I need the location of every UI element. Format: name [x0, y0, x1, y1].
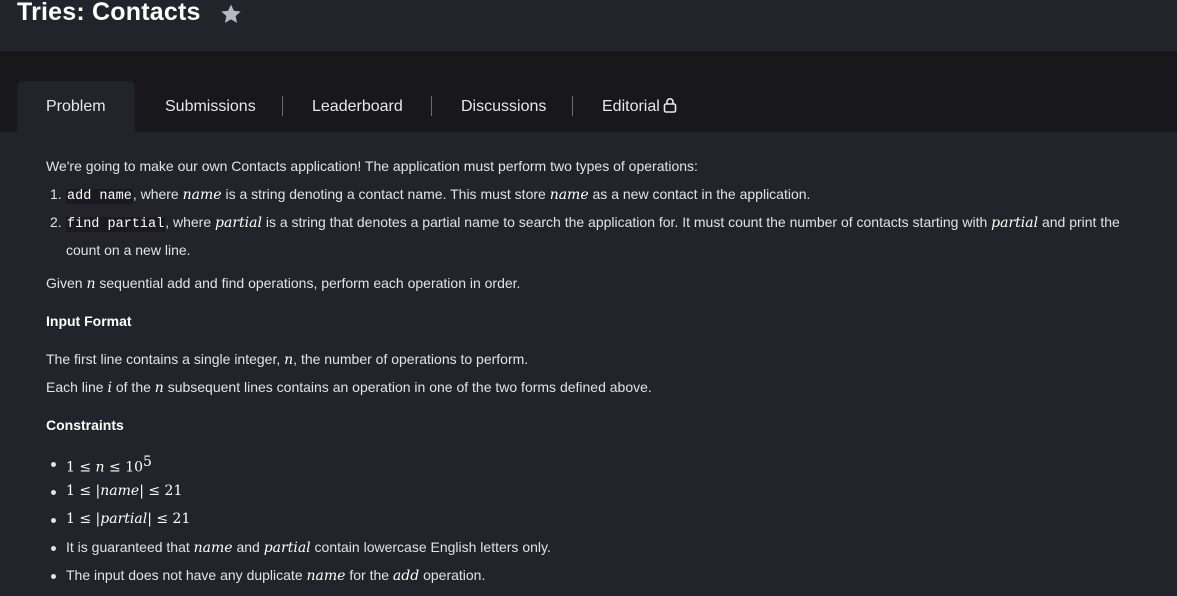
constraint-partial: 1 ≤ |partial| ≤ 21 — [66, 511, 191, 527]
bullet — [51, 462, 56, 467]
tab-editorial-label: Editorial — [602, 98, 660, 115]
list-number: 2. — [50, 214, 62, 230]
page-title: Tries: Contacts — [17, 0, 201, 26]
tab-editorial[interactable]: Editorial — [602, 97, 677, 119]
list-number: 1. — [50, 186, 62, 202]
given-text: Given n sequential add and find operatio… — [46, 275, 521, 292]
input-format-heading: Input Format — [46, 313, 132, 329]
tab-problem[interactable]: Problem — [46, 97, 106, 117]
challenge-header: Tries: Contacts — [0, 0, 1177, 51]
input-line-2: Each line i of the n subsequent lines co… — [46, 379, 652, 396]
tab-submissions[interactable]: Submissions — [165, 97, 256, 117]
constraint-name: 1 ≤ |name| ≤ 21 — [66, 483, 183, 499]
tab-divider — [282, 96, 283, 116]
bullet — [51, 546, 56, 551]
constraint-n: 1 ≤ n ≤ 105 — [66, 454, 152, 476]
list-item-find: find partial, where partial is a string … — [66, 214, 1120, 232]
tab-divider — [572, 96, 573, 116]
constraint-duplicates: The input does not have any duplicate na… — [66, 567, 486, 584]
list-item-find-continued: count on a new line. — [66, 242, 191, 258]
input-line-1: The first line contains a single integer… — [46, 351, 529, 368]
constraint-lowercase: It is guaranteed that name and partial c… — [66, 539, 551, 556]
list-item-add: add name, where name is a string denotin… — [66, 186, 811, 204]
intro-text: We're going to make our own Contacts app… — [46, 158, 698, 174]
tab-divider — [431, 96, 432, 116]
bullet — [51, 574, 56, 579]
bullet — [51, 518, 56, 523]
code-find-partial: find partial — [66, 217, 166, 232]
tab-leaderboard[interactable]: Leaderboard — [312, 97, 403, 117]
tab-discussions[interactable]: Discussions — [461, 97, 546, 117]
code-add-name: add name — [66, 189, 133, 204]
star-icon[interactable] — [219, 2, 243, 26]
lock-icon — [663, 97, 677, 119]
bullet — [51, 490, 56, 495]
constraints-heading: Constraints — [46, 417, 124, 433]
tab-bar — [0, 51, 1177, 132]
